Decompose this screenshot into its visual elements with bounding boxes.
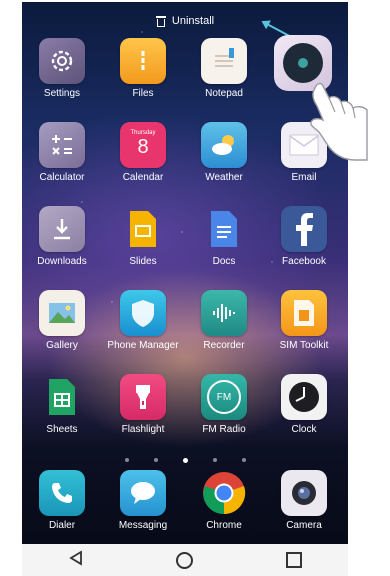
app-label: Camera — [286, 520, 322, 531]
app-slides[interactable]: Slides — [105, 206, 181, 267]
message-bubble-icon — [120, 470, 166, 516]
dock-chrome[interactable]: Chrome — [186, 470, 262, 531]
app-label: Facebook — [282, 256, 326, 267]
app-label: Notepad — [205, 88, 243, 99]
weather-icon — [201, 122, 247, 168]
app-phone-manager[interactable]: Phone Manager — [105, 290, 181, 351]
app-settings[interactable]: Settings — [24, 38, 100, 99]
dock-messaging[interactable]: Messaging — [105, 470, 181, 531]
sheets-icon — [39, 374, 85, 420]
app-recorder[interactable]: Recorder — [186, 290, 262, 351]
app-label: Docs — [212, 256, 236, 267]
calendar-icon: Thursday 8 — [120, 122, 166, 168]
app-label: Calculator — [39, 172, 85, 183]
app-label: Email — [291, 172, 317, 183]
page-dot[interactable] — [124, 458, 129, 462]
clock-face-icon — [283, 43, 323, 83]
app-label: Phone Manager — [107, 340, 179, 351]
docs-icon — [201, 206, 247, 252]
page-dot[interactable] — [241, 458, 246, 462]
app-docs[interactable]: Docs — [186, 206, 262, 267]
app-label: Slides — [129, 256, 157, 267]
chrome-icon — [201, 470, 247, 516]
app-label: Recorder — [203, 340, 245, 351]
page-indicator — [22, 458, 348, 463]
app-files[interactable]: Files — [105, 38, 181, 99]
shield-icon — [120, 290, 166, 336]
app-label: SIM Toolkit — [279, 340, 329, 351]
app-sim-toolkit[interactable]: SIM Toolkit — [266, 290, 342, 351]
notepad-icon — [201, 38, 247, 84]
recent-apps-button[interactable] — [285, 552, 302, 568]
uninstall-drop-target[interactable]: Uninstall — [22, 10, 348, 32]
app-label: Clock — [291, 424, 317, 435]
app-weather[interactable]: Weather — [186, 122, 262, 183]
home-button[interactable] — [175, 551, 193, 569]
app-label: Files — [132, 88, 154, 99]
dock-camera[interactable]: Camera — [266, 470, 342, 531]
slides-icon — [120, 206, 166, 252]
app-label: Dialer — [48, 520, 76, 531]
flashlight-icon — [120, 374, 166, 420]
download-icon — [39, 206, 85, 252]
app-label: Messaging — [118, 520, 168, 531]
app-clock[interactable]: Clock — [266, 374, 342, 435]
app-label: Downloads — [37, 256, 87, 267]
app-calculator[interactable]: Calculator — [24, 122, 100, 183]
calculator-icon — [39, 122, 85, 168]
app-label: Sheets — [46, 424, 78, 435]
navigation-bar — [22, 544, 348, 576]
app-label: Chrome — [206, 520, 242, 531]
settings-icon — [39, 38, 85, 84]
page-dot[interactable] — [153, 458, 158, 462]
fm-badge: FM — [207, 380, 241, 414]
files-icon — [120, 38, 166, 84]
app-label: Flashlight — [121, 424, 165, 435]
app-downloads[interactable]: Downloads — [24, 206, 100, 267]
app-sheets[interactable]: Sheets — [24, 374, 100, 435]
facebook-icon — [281, 206, 327, 252]
app-label: Calendar — [122, 172, 164, 183]
app-label: FM Radio — [202, 424, 246, 435]
gallery-icon — [39, 290, 85, 336]
hand-gesture-icon — [310, 82, 368, 161]
back-button[interactable] — [68, 549, 83, 571]
page-dot[interactable] — [212, 458, 217, 462]
camera-icon — [281, 470, 327, 516]
app-flashlight[interactable]: Flashlight — [105, 374, 181, 435]
app-fm-radio[interactable]: FM FM Radio — [186, 374, 262, 435]
trash-icon — [155, 15, 166, 27]
waveform-icon — [201, 290, 247, 336]
app-gallery[interactable]: Gallery — [24, 290, 100, 351]
calendar-date: 8 — [137, 136, 149, 158]
phone-screen: Uninstall Settings Files Notepad Calcula… — [22, 2, 348, 576]
app-label: Gallery — [46, 340, 78, 351]
sim-card-icon — [281, 290, 327, 336]
phone-icon — [39, 470, 85, 516]
fm-radio-icon: FM — [201, 374, 247, 420]
app-notepad[interactable]: Notepad — [186, 38, 262, 99]
clock-icon — [281, 374, 327, 420]
dock-dialer[interactable]: Dialer — [24, 470, 100, 531]
app-calendar[interactable]: Thursday 8 Calendar — [105, 122, 181, 183]
page-dot-active[interactable] — [182, 458, 188, 463]
back-icon — [68, 549, 82, 566]
app-facebook[interactable]: Facebook — [266, 206, 342, 267]
app-label: Settings — [43, 88, 81, 99]
app-label: Weather — [205, 172, 243, 183]
uninstall-label: Uninstall — [171, 15, 215, 27]
